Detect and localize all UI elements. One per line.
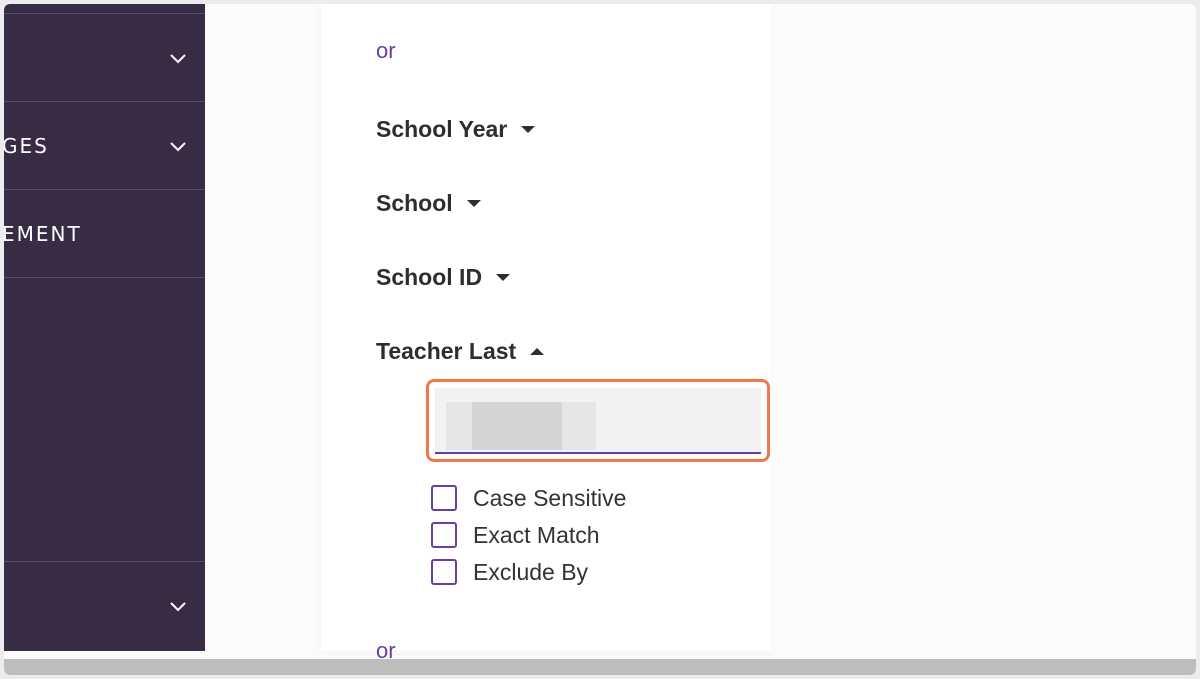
- caret-up-icon: [530, 347, 545, 355]
- sidebar-item-1[interactable]: [4, 14, 205, 102]
- option-exact-match[interactable]: Exact Match: [431, 519, 600, 551]
- horizontal-scrollbar[interactable]: [4, 659, 1196, 675]
- option-case-sensitive[interactable]: Case Sensitive: [431, 482, 626, 514]
- filter-teacher-last[interactable]: Teacher Last: [376, 336, 545, 366]
- option-label: Case Sensitive: [473, 484, 627, 511]
- sidebar-item-3[interactable]: EMENT: [4, 190, 205, 278]
- sidebar: GES EMENT: [4, 4, 205, 651]
- app-window: GES EMENT or School Year School School I…: [4, 4, 1196, 675]
- sidebar-item-2[interactable]: GES: [4, 102, 205, 190]
- filter-label: Teacher Last: [376, 337, 517, 364]
- sidebar-item-label: EMENT: [4, 221, 82, 246]
- right-area: [771, 4, 1196, 651]
- input-highlight: [426, 379, 770, 462]
- filter-label: School ID: [376, 263, 483, 290]
- chevron-down-icon: [170, 53, 186, 63]
- sidebar-item-4[interactable]: [4, 562, 205, 650]
- filter-label: School Year: [376, 115, 508, 142]
- exact-match-checkbox[interactable]: [431, 522, 457, 548]
- redacted-value: [472, 402, 562, 450]
- caret-down-icon: [521, 125, 536, 133]
- content-gutter: [205, 4, 321, 651]
- option-exclude-by[interactable]: Exclude By: [431, 556, 588, 588]
- filter-panel: or School Year School School ID Teacher …: [321, 4, 771, 663]
- teacher-last-input[interactable]: [435, 388, 761, 454]
- exclude-by-checkbox[interactable]: [431, 559, 457, 585]
- caret-down-icon: [496, 273, 511, 281]
- chevron-down-icon: [170, 602, 186, 612]
- caret-down-icon: [466, 199, 481, 207]
- filter-school-id[interactable]: School ID: [376, 262, 511, 292]
- sidebar-item-label: GES: [4, 133, 49, 158]
- filter-school-year[interactable]: School Year: [376, 114, 536, 144]
- chevron-down-icon: [170, 141, 186, 151]
- filter-label: School: [376, 189, 453, 216]
- option-label: Exact Match: [473, 521, 600, 548]
- option-label: Exclude By: [473, 558, 589, 585]
- filter-school[interactable]: School: [376, 188, 481, 218]
- case-sensitive-checkbox[interactable]: [431, 485, 457, 511]
- or-separator: or: [376, 38, 396, 63]
